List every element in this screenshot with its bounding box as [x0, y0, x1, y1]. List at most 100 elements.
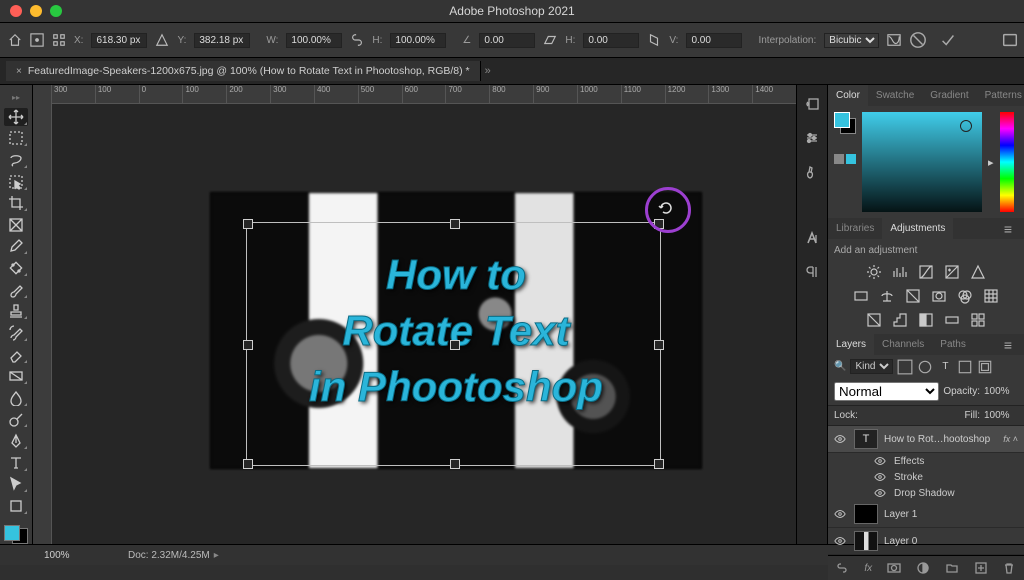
- color-mode-toggle[interactable]: [834, 154, 856, 164]
- dodge-tool[interactable]: [4, 411, 28, 429]
- paragraph-panel-icon[interactable]: [801, 261, 823, 283]
- tab-swatches[interactable]: Swatche: [868, 85, 922, 106]
- photo-filter-icon[interactable]: [931, 288, 947, 304]
- layer-effects-header[interactable]: Effects: [828, 453, 1024, 469]
- bw-icon[interactable]: [905, 288, 921, 304]
- layer-mask-icon[interactable]: [887, 561, 901, 575]
- y-value[interactable]: 382.18 px: [194, 33, 250, 48]
- tab-libraries[interactable]: Libraries: [828, 218, 882, 239]
- healing-tool[interactable]: [4, 259, 28, 277]
- tab-paths[interactable]: Paths: [932, 334, 974, 355]
- tab-gradients[interactable]: Gradient: [922, 85, 976, 106]
- visibility-toggle[interactable]: [834, 433, 848, 445]
- hue-sat-icon[interactable]: [853, 288, 869, 304]
- color-lookup-icon[interactable]: [983, 288, 999, 304]
- home-icon[interactable]: [8, 32, 22, 48]
- transform-handle-bm[interactable]: [450, 459, 460, 469]
- exposure-icon[interactable]: [944, 264, 960, 280]
- eyedropper-tool[interactable]: [4, 238, 28, 256]
- layer-row-1[interactable]: Layer 1: [828, 501, 1024, 528]
- filter-search-icon[interactable]: 🔍: [834, 361, 846, 372]
- adjustments-panel-menu-icon[interactable]: ≡: [996, 220, 1020, 238]
- brightness-icon[interactable]: [866, 264, 882, 280]
- invert-icon[interactable]: [866, 312, 882, 328]
- brush-tool[interactable]: [4, 281, 28, 299]
- warp-mode-icon[interactable]: [887, 32, 901, 48]
- link-wh-icon[interactable]: [350, 32, 364, 48]
- path-select-tool[interactable]: [4, 476, 28, 494]
- stamp-tool[interactable]: [4, 303, 28, 321]
- x-value[interactable]: 618.30 px: [91, 33, 147, 48]
- transform-handle-center[interactable]: [450, 340, 460, 350]
- new-layer-icon[interactable]: [974, 561, 988, 575]
- canvas-area[interactable]: 3001000100200300400500600700800900100011…: [33, 85, 796, 544]
- layer-name[interactable]: Layer 0: [884, 536, 1018, 547]
- brushes-panel-icon[interactable]: [801, 161, 823, 183]
- fill-value[interactable]: 100%: [984, 410, 1018, 421]
- history-brush-tool[interactable]: [4, 324, 28, 342]
- link-layers-icon[interactable]: [835, 561, 849, 575]
- commit-transform-icon[interactable]: [939, 31, 957, 49]
- blend-mode-select[interactable]: Normal: [834, 382, 939, 401]
- opacity-value[interactable]: 100%: [984, 386, 1018, 397]
- history-panel-icon[interactable]: [801, 93, 823, 115]
- tab-patterns[interactable]: Patterns: [977, 85, 1024, 106]
- posterize-icon[interactable]: [892, 312, 908, 328]
- tab-layers[interactable]: Layers: [828, 334, 874, 355]
- toolbar-grip[interactable]: ▸▸: [12, 93, 20, 102]
- layer-row-text[interactable]: T How to Rot…hootoshop fx ˄: [828, 426, 1024, 453]
- lasso-tool[interactable]: [4, 151, 28, 169]
- layer-name[interactable]: How to Rot…hootoshop: [884, 434, 997, 445]
- levels-icon[interactable]: [892, 264, 908, 280]
- character-panel-icon[interactable]: [801, 227, 823, 249]
- properties-panel-icon[interactable]: [801, 127, 823, 149]
- foreground-background-swatches[interactable]: [4, 525, 28, 544]
- crop-tool[interactable]: [4, 195, 28, 213]
- anchor-icon[interactable]: [52, 32, 66, 48]
- gradient-map-icon[interactable]: [944, 312, 960, 328]
- transform-handle-tm[interactable]: [450, 219, 460, 229]
- gradient-tool[interactable]: [4, 368, 28, 386]
- threshold-icon[interactable]: [918, 312, 934, 328]
- interpolation-select[interactable]: Bicubic: [824, 33, 879, 48]
- frame-tool[interactable]: [4, 216, 28, 234]
- visibility-toggle[interactable]: [834, 535, 848, 547]
- zoom-level[interactable]: 100%: [44, 550, 104, 561]
- curves-icon[interactable]: [918, 264, 934, 280]
- move-tool[interactable]: [4, 108, 28, 126]
- filter-pixel-icon[interactable]: [897, 360, 913, 374]
- delta-icon[interactable]: [155, 32, 169, 48]
- type-tool[interactable]: [4, 454, 28, 472]
- layers-panel-menu-icon[interactable]: ≡: [996, 336, 1020, 354]
- filter-type-icon[interactable]: T: [937, 360, 953, 374]
- skew-h-value[interactable]: 0.00: [583, 33, 639, 48]
- shape-tool[interactable]: [4, 497, 28, 515]
- hue-slider[interactable]: [1000, 112, 1014, 212]
- skew-v-value[interactable]: 0.00: [686, 33, 742, 48]
- eraser-tool[interactable]: [4, 346, 28, 364]
- transform-handle-tl[interactable]: [243, 219, 253, 229]
- layer-fx-badge[interactable]: fx ˄: [1003, 434, 1018, 444]
- vertical-ruler[interactable]: [33, 103, 52, 544]
- reference-point-icon[interactable]: [30, 32, 44, 48]
- layer-style-icon[interactable]: fx: [864, 563, 872, 574]
- filter-shape-icon[interactable]: [957, 360, 973, 374]
- tab-overflow-icon[interactable]: »: [485, 65, 491, 77]
- channel-mixer-icon[interactable]: [957, 288, 973, 304]
- selective-color-icon[interactable]: [970, 312, 986, 328]
- marquee-tool[interactable]: [4, 130, 28, 148]
- color-balance-icon[interactable]: [879, 288, 895, 304]
- layer-row-0[interactable]: Layer 0: [828, 528, 1024, 555]
- layer-effect-stroke[interactable]: Stroke: [828, 469, 1024, 485]
- vibrance-icon[interactable]: [970, 264, 986, 280]
- group-layers-icon[interactable]: [945, 561, 959, 575]
- h-value[interactable]: 100.00%: [390, 33, 446, 48]
- cancel-transform-icon[interactable]: [909, 31, 927, 49]
- delete-layer-icon[interactable]: [1002, 561, 1016, 575]
- blur-tool[interactable]: [4, 389, 28, 407]
- transform-handle-br[interactable]: [654, 459, 664, 469]
- filter-smart-icon[interactable]: [977, 360, 993, 374]
- horizontal-ruler[interactable]: 3001000100200300400500600700800900100011…: [51, 85, 796, 104]
- visibility-toggle[interactable]: [834, 508, 848, 520]
- ruler-origin[interactable]: [33, 85, 52, 104]
